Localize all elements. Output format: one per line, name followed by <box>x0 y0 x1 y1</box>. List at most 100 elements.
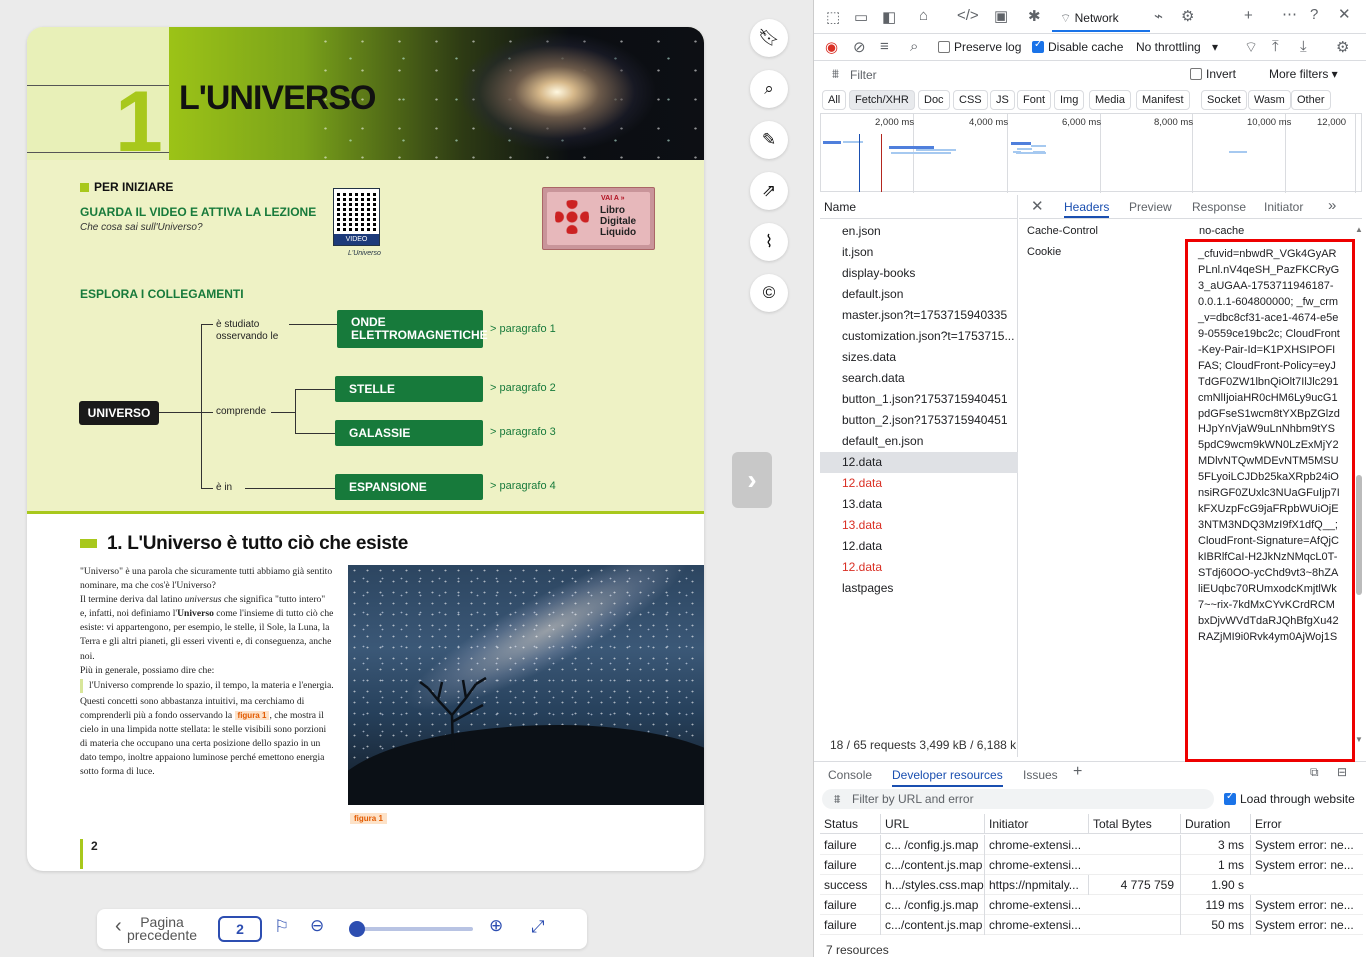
column-header[interactable]: Initiator <box>984 814 1088 834</box>
bookmark-toolbar-button[interactable]: ⚐ <box>274 917 289 937</box>
request-row[interactable]: it.json <box>820 242 1018 263</box>
resource-row[interactable]: failure c.../content.js.map chrome-extensi… <box>820 855 1363 875</box>
filter-chip-all[interactable]: All <box>822 90 847 110</box>
column-header[interactable]: Status <box>820 814 880 834</box>
upload-icon[interactable]: ⤒ <box>1272 38 1279 55</box>
filter-chip-js[interactable]: JS <box>990 90 1015 110</box>
network-conditions-icon[interactable]: ⌔ <box>1244 38 1258 57</box>
home-icon[interactable]: ⌂ <box>919 7 928 24</box>
filter-chip-img[interactable]: Img <box>1054 90 1085 110</box>
name-column-header[interactable]: Name <box>820 195 1018 219</box>
download-icon[interactable]: ⤓ <box>1300 38 1307 55</box>
filter-chip-wasm[interactable]: Wasm <box>1248 90 1291 110</box>
zoom-slider-handle[interactable] <box>349 921 366 937</box>
close-devtools-icon[interactable]: ✕ <box>1338 5 1351 23</box>
previous-page-button[interactable]: ‹ Pagina precedente <box>115 915 207 942</box>
dock-side-icon[interactable]: ◧ <box>882 8 896 26</box>
column-header[interactable]: Total Bytes <box>1088 814 1180 834</box>
settings-gear-tab-icon[interactable]: ⚙ <box>1181 7 1194 25</box>
zoom-in-button[interactable]: ⊕ <box>489 916 503 936</box>
search-button[interactable]: ⌕ <box>750 70 788 108</box>
request-row[interactable]: lastpages <box>820 578 1018 599</box>
preserve-log-checkbox[interactable]: Preserve log <box>938 40 1021 54</box>
filter-chip-other[interactable]: Other <box>1291 90 1331 110</box>
request-row[interactable]: 12.data <box>820 452 1018 473</box>
zoom-out-button[interactable]: ⊖ <box>310 916 324 936</box>
column-header[interactable]: Error <box>1250 814 1363 834</box>
details-scrollbar[interactable]: ▲ ▼ <box>1355 225 1363 745</box>
request-row[interactable]: button_2.json?1753715940451 <box>820 410 1018 431</box>
bookmark-button[interactable]: 🔖︎ <box>750 19 788 57</box>
link-paragrafo-1[interactable]: > paragrafo 1 <box>490 323 556 335</box>
column-header[interactable]: Duration <box>1180 814 1250 834</box>
filter-funnel-icon[interactable]: ≡ <box>880 38 889 55</box>
record-icon[interactable]: ◉ <box>825 38 838 56</box>
link-paragrafo-4[interactable]: > paragrafo 4 <box>490 480 556 492</box>
elements-tab-icon[interactable]: </> <box>957 7 979 24</box>
resource-row[interactable]: success h.../styles.css.map https://npmita… <box>820 875 1363 895</box>
resource-row[interactable]: failure c.../content.js.map chrome-extensi… <box>820 915 1363 935</box>
request-row[interactable]: customization.json?t=1753715... <box>820 326 1018 347</box>
tab-response[interactable]: Response <box>1192 200 1246 214</box>
resource-row[interactable]: failure c... /config.js.map chrome-extensi… <box>820 835 1363 855</box>
filter-chip-socket[interactable]: Socket <box>1201 90 1247 110</box>
tab-headers[interactable]: Headers <box>1064 200 1110 218</box>
request-row[interactable]: 13.data <box>820 494 1018 515</box>
console-tab-icon[interactable]: ▣ <box>994 7 1008 25</box>
device-toolbar-icon[interactable]: ▭ <box>854 8 868 26</box>
inspect-element-icon[interactable]: ⬚ <box>826 8 840 26</box>
zoom-slider[interactable] <box>349 921 473 937</box>
more-filters-dropdown[interactable]: More filters ▾ <box>1269 67 1338 81</box>
clear-icon[interactable]: ⊘ <box>853 38 866 56</box>
attachment-button[interactable]: ⌇ <box>750 223 788 261</box>
resource-row[interactable]: failure c... /config.js.map chrome-extensi… <box>820 895 1363 915</box>
fullscreen-button[interactable]: ⤢ <box>531 917 545 937</box>
pen-button[interactable]: ✎ <box>750 121 788 159</box>
request-row[interactable]: 12.data <box>820 536 1018 557</box>
tab-preview[interactable]: Preview <box>1129 200 1172 214</box>
close-drawer-icon[interactable]: ⊟ <box>1337 765 1347 779</box>
tab-network[interactable]: ⌔ Network <box>1052 2 1150 32</box>
page-number-input[interactable]: 2 <box>218 916 262 942</box>
tab-developer-resources[interactable]: Developer resources <box>892 768 1003 787</box>
filter-chip-media[interactable]: Media <box>1089 90 1131 110</box>
tab-console[interactable]: Console <box>828 768 872 782</box>
network-timeline[interactable]: 2,000 ms 4,000 ms 6,000 ms 8,000 ms 10,000 m… <box>820 113 1362 193</box>
search-network-icon[interactable]: ⌕ <box>910 38 918 55</box>
sources-bug-icon[interactable]: ✱ <box>1028 7 1041 25</box>
filter-input[interactable]: Filter <box>850 68 1180 82</box>
request-row[interactable]: display-books <box>820 263 1018 284</box>
figure-reference[interactable]: figura 1 <box>234 710 270 720</box>
video-qr-code[interactable]: VIDEO <box>333 188 380 246</box>
more-options-icon[interactable]: ⋯ <box>1282 5 1297 23</box>
request-row[interactable]: en.json <box>820 221 1018 242</box>
request-row[interactable]: button_1.json?1753715940451 <box>820 389 1018 410</box>
filter-chip-css[interactable]: CSS <box>953 90 988 110</box>
link-paragrafo-2[interactable]: > paragrafo 2 <box>490 382 556 394</box>
filter-chip-manifest[interactable]: Manifest <box>1136 90 1190 110</box>
request-row[interactable]: 12.data <box>820 557 1018 578</box>
disable-cache-checkbox[interactable]: Disable cache <box>1032 39 1123 54</box>
close-details-icon[interactable]: ✕ <box>1031 197 1044 215</box>
request-row[interactable]: default.json <box>820 284 1018 305</box>
tab-issues[interactable]: Issues <box>1023 768 1058 782</box>
open-external-button[interactable]: ⇗ <box>750 172 788 210</box>
column-header[interactable]: URL <box>880 814 984 834</box>
dock-drawer-icon[interactable]: ⧉ <box>1310 765 1319 780</box>
filter-chip-fetchxhr[interactable]: Fetch/XHR <box>849 90 915 110</box>
request-row[interactable]: sizes.data <box>820 347 1018 368</box>
next-page-button[interactable]: › <box>732 452 772 508</box>
network-settings-icon[interactable]: ⚙ <box>1336 38 1349 56</box>
load-through-website-checkbox[interactable]: Load through website <box>1224 791 1355 806</box>
throttling-select[interactable]: No throttling ▾ <box>1136 40 1218 54</box>
request-row[interactable]: 13.data <box>820 515 1018 536</box>
request-row[interactable]: default_en.json <box>820 431 1018 452</box>
request-row[interactable]: search.data <box>820 368 1018 389</box>
help-icon[interactable]: ? <box>1310 6 1318 23</box>
copyright-button[interactable]: © <box>750 274 788 312</box>
link-paragrafo-3[interactable]: > paragrafo 3 <box>490 426 556 438</box>
tab-initiator[interactable]: Initiator <box>1264 200 1303 214</box>
filter-chip-doc[interactable]: Doc <box>918 90 950 110</box>
request-row[interactable]: 12.data <box>820 473 1018 494</box>
filter-chip-font[interactable]: Font <box>1017 90 1052 110</box>
